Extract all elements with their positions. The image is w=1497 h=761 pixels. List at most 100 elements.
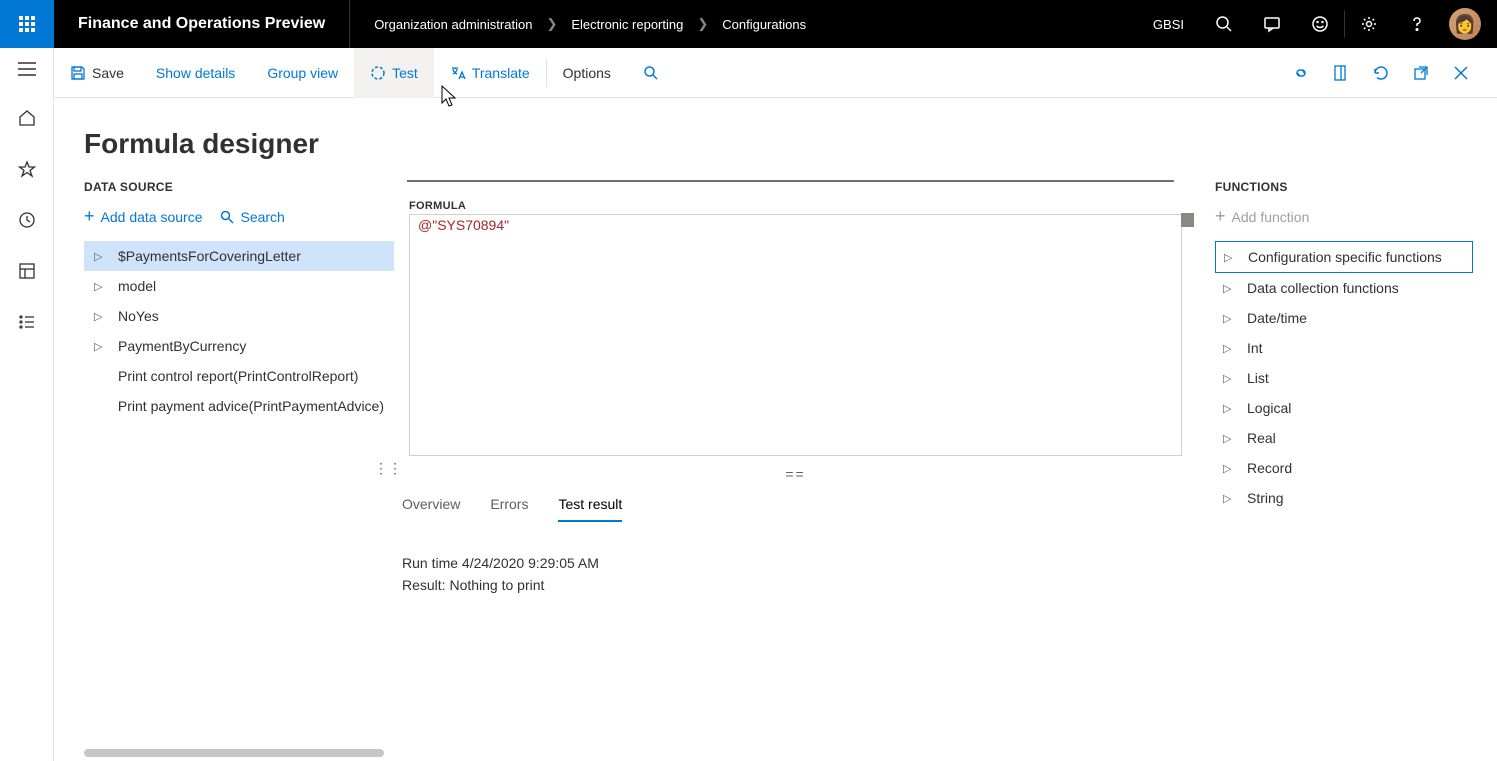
left-rail xyxy=(0,48,54,761)
formula-code: @"SYS70894" xyxy=(410,215,1181,236)
search-icon xyxy=(643,65,659,81)
recent-button[interactable] xyxy=(18,211,36,234)
favorites-button[interactable] xyxy=(18,160,36,183)
app-title: Finance and Operations Preview xyxy=(54,0,350,48)
fn-item[interactable]: ▷Record xyxy=(1215,453,1473,483)
workspace-icon xyxy=(18,262,36,280)
functions-panel: FUNCTIONS + Add function ▷Configuration … xyxy=(1197,180,1497,761)
header-right: GBSI 👩 xyxy=(1137,0,1497,48)
page-title: Formula designer xyxy=(84,128,1497,160)
fn-item[interactable]: ▷String xyxy=(1215,483,1473,513)
gear-icon xyxy=(1360,15,1378,33)
search-data-source-button[interactable]: Search xyxy=(220,206,284,227)
functions-tree: ▷Configuration specific functions ▷Data … xyxy=(1215,241,1473,513)
feedback-button[interactable] xyxy=(1296,0,1344,48)
refresh-dashed-icon xyxy=(370,65,386,81)
breadcrumb-item[interactable]: Configurations xyxy=(722,17,806,32)
help-button[interactable] xyxy=(1393,0,1441,48)
tab-test-result[interactable]: Test result xyxy=(558,496,622,522)
formula-input[interactable]: @"SYS70894" xyxy=(409,214,1182,456)
chevron-right-icon: ❯ xyxy=(697,16,708,32)
plus-icon: + xyxy=(1215,206,1226,227)
formula-label: FORMULA xyxy=(409,200,1182,212)
app-launcher-button[interactable] xyxy=(0,0,54,48)
caret-icon: ▷ xyxy=(94,340,104,353)
search-action-button[interactable] xyxy=(627,48,675,98)
fn-item[interactable]: ▷Logical xyxy=(1215,393,1473,423)
settings-button[interactable] xyxy=(1345,0,1393,48)
top-header: Finance and Operations Preview Organizat… xyxy=(0,0,1497,48)
save-button[interactable]: Save xyxy=(54,48,140,98)
tab-overview[interactable]: Overview xyxy=(402,496,460,522)
save-label: Save xyxy=(92,65,124,81)
messages-button[interactable] xyxy=(1248,0,1296,48)
show-details-button[interactable]: Show details xyxy=(140,48,251,98)
menu-toggle[interactable] xyxy=(18,62,36,81)
plus-icon: + xyxy=(84,206,95,227)
caret-icon: ▷ xyxy=(1223,342,1233,355)
result-tabs: Overview Errors Test result xyxy=(394,482,1197,522)
tree-item[interactable]: ▷PaymentByCurrency xyxy=(84,331,394,361)
caret-icon: ▷ xyxy=(1223,432,1233,445)
breadcrumb-item[interactable]: Organization administration xyxy=(374,17,532,32)
search-icon xyxy=(220,210,234,224)
popout-button[interactable] xyxy=(1405,57,1437,89)
refresh-button[interactable] xyxy=(1365,57,1397,89)
caret-icon: ▷ xyxy=(94,280,104,293)
caret-icon: ▷ xyxy=(1223,492,1233,505)
user-avatar[interactable]: 👩 xyxy=(1449,8,1481,40)
fn-item[interactable]: ▷Data collection functions xyxy=(1215,273,1473,303)
data-source-tree: ▷$PaymentsForCoveringLetter ▷model ▷NoYe… xyxy=(84,241,394,421)
caret-icon: ▷ xyxy=(94,310,104,323)
breadcrumb-item[interactable]: Electronic reporting xyxy=(571,17,683,32)
fn-item[interactable]: ▷Int xyxy=(1215,333,1473,363)
test-button[interactable]: Test xyxy=(354,48,434,98)
horizontal-scrollbar[interactable] xyxy=(84,749,384,757)
formula-panel: FORMULA @"SYS70894" == Overview Errors T… xyxy=(394,180,1197,761)
caret-icon: ▷ xyxy=(1223,312,1233,325)
link-icon xyxy=(1292,64,1310,82)
vertical-resize-handle[interactable]: == xyxy=(394,466,1197,482)
caret-icon: ▷ xyxy=(1223,462,1233,475)
action-bar-right xyxy=(1285,57,1497,89)
clock-icon xyxy=(18,211,36,229)
fn-item[interactable]: ▷Real xyxy=(1215,423,1473,453)
caret-icon: ▷ xyxy=(1223,402,1233,415)
scrollbar[interactable] xyxy=(1181,213,1194,227)
chat-icon xyxy=(1263,15,1281,33)
modules-button[interactable] xyxy=(18,313,36,336)
translate-icon xyxy=(450,65,466,81)
tree-item[interactable]: ▷model xyxy=(84,271,394,301)
home-button[interactable] xyxy=(18,109,36,132)
test-result-content: Run time 4/24/2020 9:29:05 AM Result: No… xyxy=(394,522,1197,627)
company-label[interactable]: GBSI xyxy=(1137,17,1200,32)
link-button[interactable] xyxy=(1285,57,1317,89)
question-icon xyxy=(1408,15,1426,33)
tree-item[interactable]: Print control report(PrintControlReport) xyxy=(84,361,394,391)
close-icon xyxy=(1454,66,1468,80)
content: Formula designer DATA SOURCE + Add data … xyxy=(54,98,1497,761)
tree-item[interactable]: ▷NoYes xyxy=(84,301,394,331)
caret-icon: ▷ xyxy=(1223,282,1233,295)
columns: DATA SOURCE + Add data source Search ▷$P… xyxy=(84,180,1497,761)
add-data-source-button[interactable]: + Add data source xyxy=(84,206,202,227)
translate-button[interactable]: Translate xyxy=(434,48,546,98)
tree-item[interactable]: ▷$PaymentsForCoveringLetter xyxy=(84,241,394,271)
attach-button[interactable] xyxy=(1325,57,1357,89)
fn-item[interactable]: ▷List xyxy=(1215,363,1473,393)
add-function-button[interactable]: + Add function xyxy=(1215,206,1309,227)
breadcrumbs: Organization administration ❯ Electronic… xyxy=(350,16,830,32)
data-source-panel: DATA SOURCE + Add data source Search ▷$P… xyxy=(84,180,394,761)
search-button[interactable] xyxy=(1200,0,1248,48)
group-view-button[interactable]: Group view xyxy=(251,48,354,98)
close-button[interactable] xyxy=(1445,57,1477,89)
data-source-header: DATA SOURCE xyxy=(84,180,394,194)
tree-item[interactable]: Print payment advice(PrintPaymentAdvice) xyxy=(84,391,394,421)
hamburger-icon xyxy=(18,62,36,76)
fn-item[interactable]: ▷Date/time xyxy=(1215,303,1473,333)
options-button[interactable]: Options xyxy=(547,48,627,98)
refresh-icon xyxy=(1372,64,1390,82)
fn-item[interactable]: ▷Configuration specific functions xyxy=(1215,241,1473,273)
workspaces-button[interactable] xyxy=(18,262,36,285)
tab-errors[interactable]: Errors xyxy=(490,496,528,522)
